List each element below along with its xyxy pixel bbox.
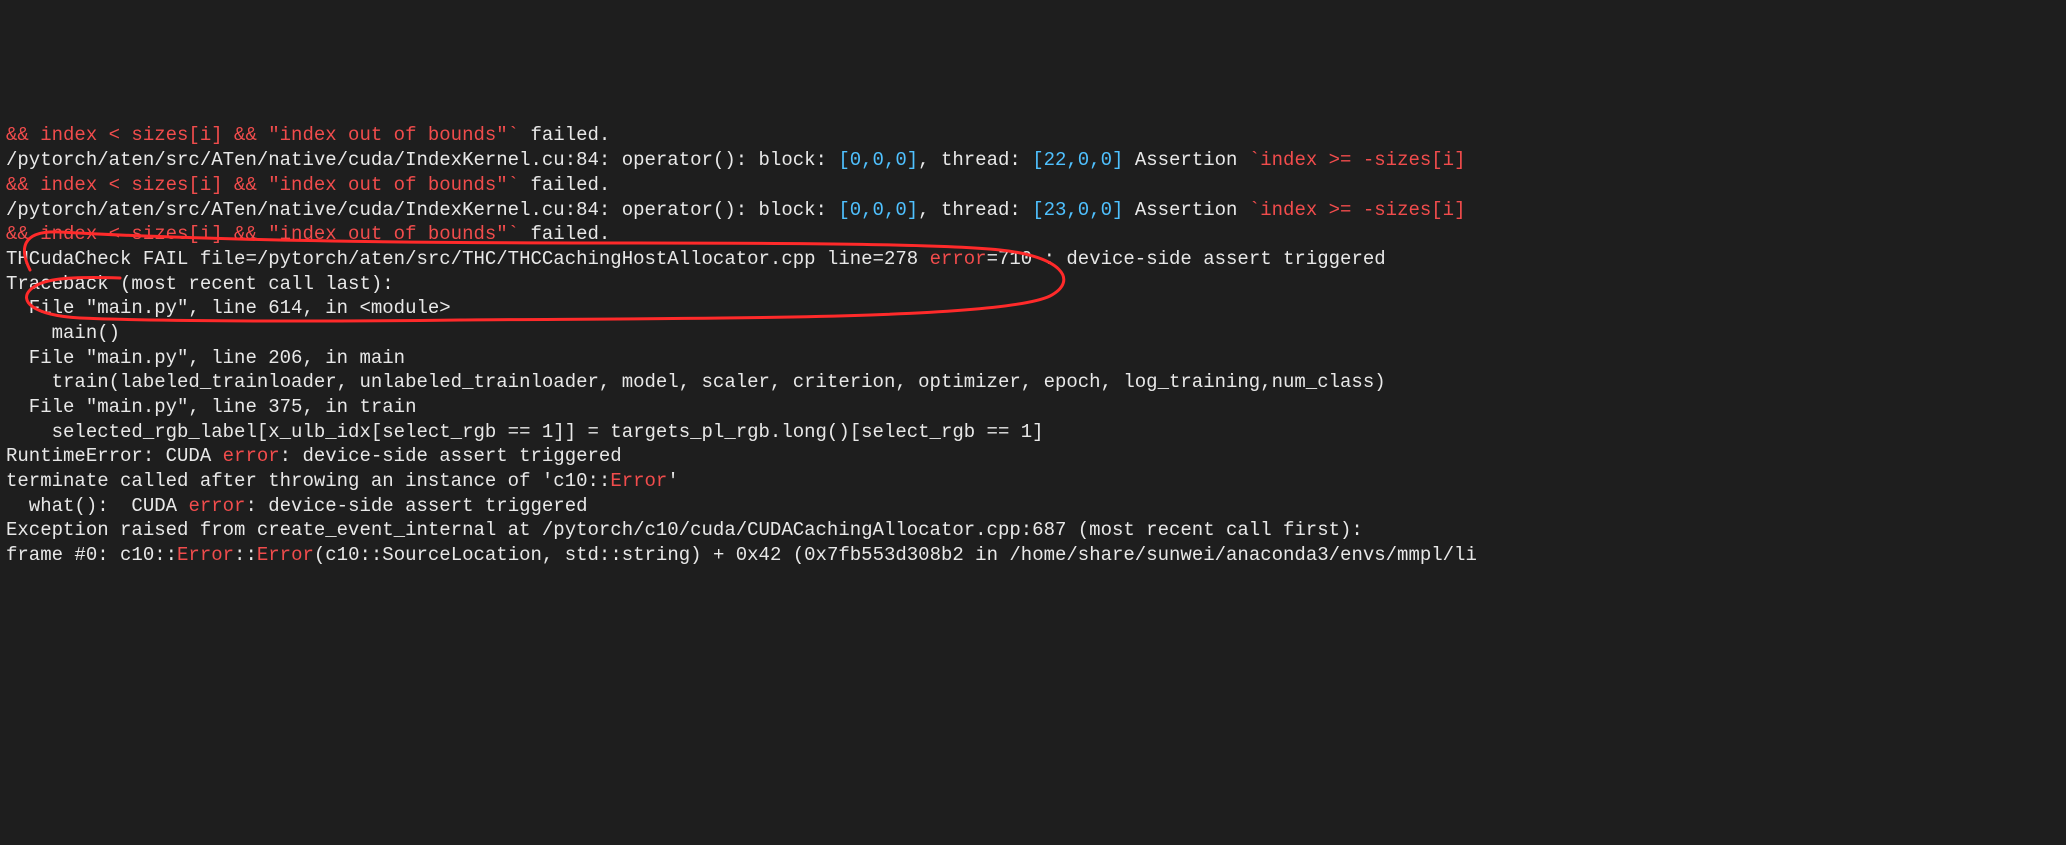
terminal-line: selected_rgb_label[x_ulb_idx[select_rgb … <box>6 420 2060 445</box>
text-segment: Assertion <box>1123 149 1248 171</box>
text-segment: : device-side assert triggered <box>245 495 587 517</box>
text-segment: Exception raised from create_event_inter… <box>6 519 1363 541</box>
terminal-line: File "main.py", line 375, in train <box>6 395 2060 420</box>
text-segment: failed. <box>519 124 610 146</box>
text-segment: && index < sizes[i] && "index out of bou… <box>6 223 519 245</box>
text-segment: /pytorch/aten/src/ATen/native/cuda/Index… <box>6 149 838 171</box>
terminal-line: Traceback (most recent call last): <box>6 272 2060 297</box>
text-segment: =710 : device-side assert triggered <box>987 248 1386 270</box>
text-segment: error <box>188 495 245 517</box>
terminal-line: THCudaCheck FAIL file=/pytorch/aten/src/… <box>6 247 2060 272</box>
text-segment: Assertion <box>1123 199 1248 221</box>
text-segment: [0,0,0] <box>838 199 918 221</box>
terminal-line: frame #0: c10::Error::Error(c10::SourceL… <box>6 543 2060 568</box>
text-segment: && index < sizes[i] && "index out of bou… <box>6 174 519 196</box>
text-segment: train(labeled_trainloader, unlabeled_tra… <box>6 371 1386 393</box>
terminal-line: RuntimeError: CUDA error: device-side as… <box>6 444 2060 469</box>
terminal-line: /pytorch/aten/src/ATen/native/cuda/Index… <box>6 198 2060 223</box>
text-segment: error <box>930 248 987 270</box>
text-segment: what(): CUDA <box>6 495 188 517</box>
text-segment: RuntimeError: CUDA <box>6 445 223 467</box>
text-segment: File "main.py", line 614, in <module> <box>6 297 451 319</box>
text-segment: /pytorch/aten/src/ATen/native/cuda/Index… <box>6 199 838 221</box>
text-segment: File "main.py", line 375, in train <box>6 396 416 418</box>
text-segment: `index >= -sizes[i] <box>1249 199 1466 221</box>
text-segment: File "main.py", line 206, in main <box>6 347 405 369</box>
terminal-line: train(labeled_trainloader, unlabeled_tra… <box>6 370 2060 395</box>
text-segment: && index < sizes[i] && "index out of bou… <box>6 124 519 146</box>
terminal-line: File "main.py", line 206, in main <box>6 346 2060 371</box>
text-segment: :: <box>234 544 257 566</box>
terminal-line: main() <box>6 321 2060 346</box>
terminal-line: && index < sizes[i] && "index out of bou… <box>6 173 2060 198</box>
text-segment: THCudaCheck FAIL file=/pytorch/aten/src/… <box>6 248 930 270</box>
text-segment: failed. <box>519 174 610 196</box>
text-segment: , thread: <box>918 199 1032 221</box>
text-segment: frame #0: c10:: <box>6 544 177 566</box>
terminal-line: && index < sizes[i] && "index out of bou… <box>6 123 2060 148</box>
text-segment: Traceback (most recent call last): <box>6 273 394 295</box>
terminal-line: terminate called after throwing an insta… <box>6 469 2060 494</box>
text-segment: ' <box>667 470 678 492</box>
terminal-line: Exception raised from create_event_inter… <box>6 518 2060 543</box>
terminal-line: && index < sizes[i] && "index out of bou… <box>6 222 2060 247</box>
text-segment: main() <box>6 322 120 344</box>
terminal-line: what(): CUDA error: device-side assert t… <box>6 494 2060 519</box>
text-segment: [23,0,0] <box>1032 199 1123 221</box>
terminal-line: File "main.py", line 614, in <module> <box>6 296 2060 321</box>
text-segment: (c10::SourceLocation, std::string) + 0x4… <box>314 544 1477 566</box>
text-segment: Error <box>610 470 667 492</box>
text-segment: , thread: <box>918 149 1032 171</box>
text-segment: Error <box>257 544 314 566</box>
text-segment: selected_rgb_label[x_ulb_idx[select_rgb … <box>6 421 1044 443</box>
text-segment: failed. <box>519 223 610 245</box>
text-segment: : device-side assert triggered <box>280 445 622 467</box>
text-segment: [22,0,0] <box>1032 149 1123 171</box>
terminal-output: && index < sizes[i] && "index out of bou… <box>0 123 2066 672</box>
text-segment: terminate called after throwing an insta… <box>6 470 610 492</box>
text-segment: error <box>223 445 280 467</box>
terminal-line: /pytorch/aten/src/ATen/native/cuda/Index… <box>6 148 2060 173</box>
text-segment: Error <box>177 544 234 566</box>
text-segment: [0,0,0] <box>838 149 918 171</box>
text-segment: `index >= -sizes[i] <box>1249 149 1466 171</box>
